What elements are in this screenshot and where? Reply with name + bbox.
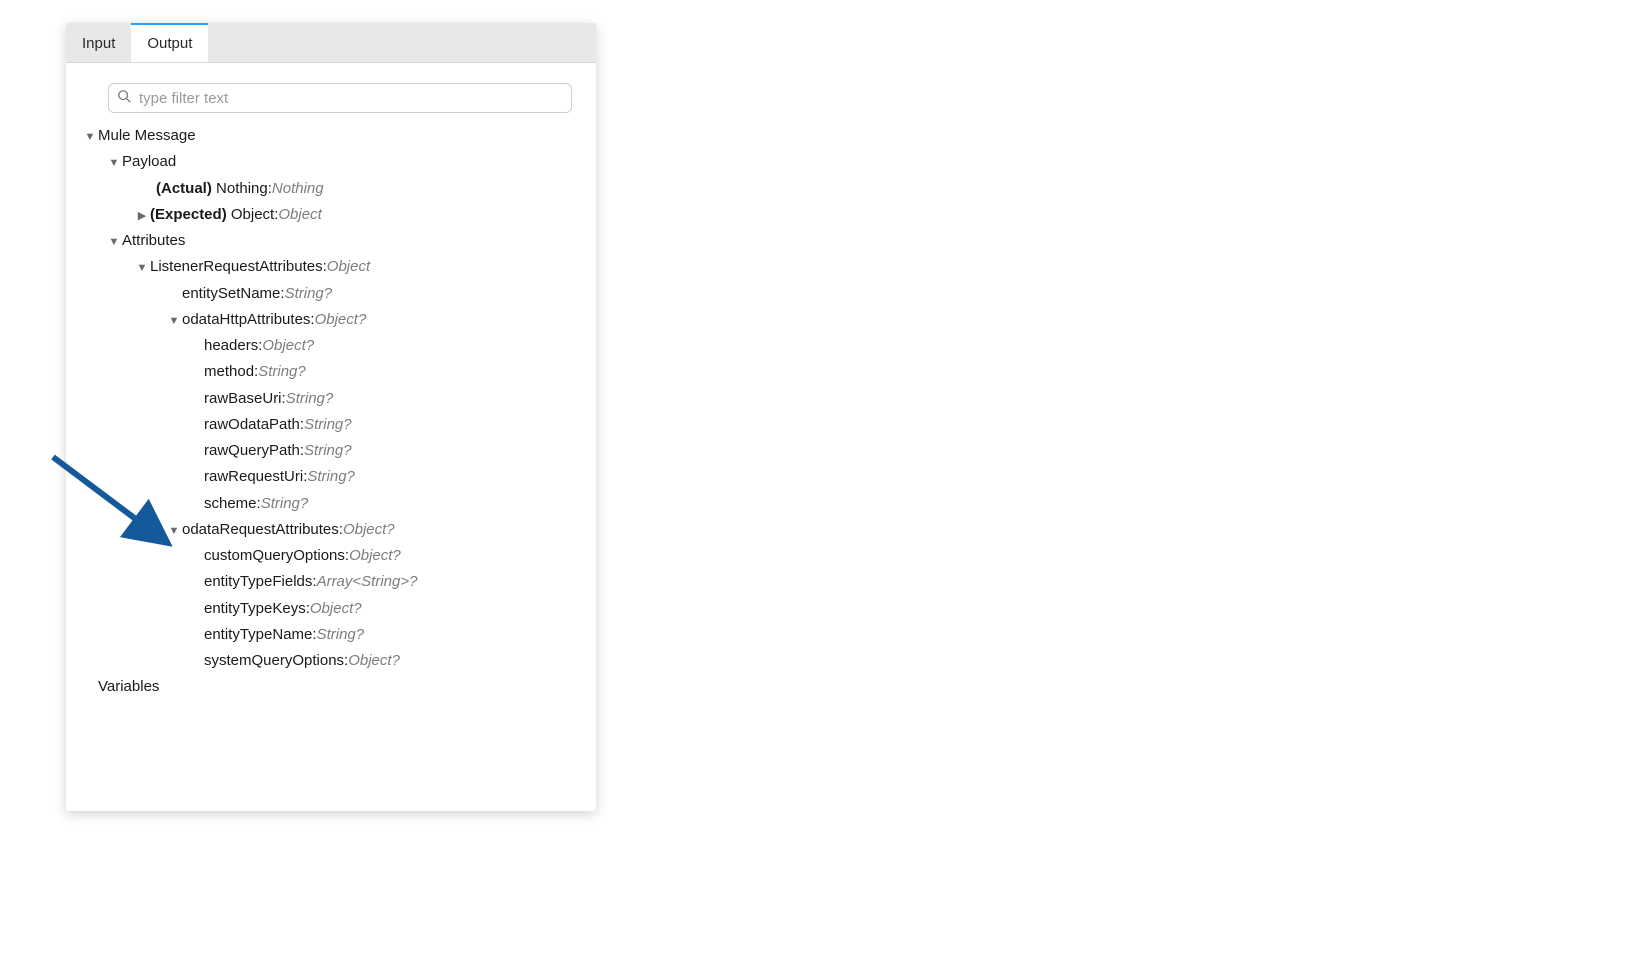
metadata-tree: Mule Message Payload (Actual) Nothing : … bbox=[84, 123, 578, 701]
chevron-down-icon[interactable] bbox=[168, 312, 180, 331]
chevron-down-icon[interactable] bbox=[136, 259, 148, 278]
chevron-right-icon[interactable] bbox=[136, 207, 148, 226]
tree-field-name: customQueryOptions bbox=[204, 543, 345, 569]
tree-field-name: entityTypeFields bbox=[204, 569, 312, 595]
tree-type: Object? bbox=[343, 517, 395, 543]
tree-type: String? bbox=[304, 412, 352, 438]
chevron-down-icon[interactable] bbox=[84, 128, 96, 147]
filter-field[interactable] bbox=[108, 83, 572, 113]
tree-node-payload[interactable]: Payload bbox=[84, 149, 578, 175]
tree-field-name: odataHttpAttributes bbox=[182, 307, 310, 333]
tab-output[interactable]: Output bbox=[131, 23, 208, 62]
tree-type: Object? bbox=[348, 648, 400, 674]
tree-node-systemQueryOptions[interactable]: systemQueryOptions : Object? bbox=[84, 648, 578, 674]
tree-node-method[interactable]: method : String? bbox=[84, 359, 578, 385]
tree-label: Variables bbox=[98, 674, 159, 700]
tab-content: Mule Message Payload (Actual) Nothing : … bbox=[66, 63, 596, 811]
tree-node-entityTypeKeys[interactable]: entityTypeKeys : Object? bbox=[84, 596, 578, 622]
tree-field-name: scheme bbox=[204, 491, 257, 517]
tree-node-entity-set-name[interactable]: entitySetName : String? bbox=[84, 281, 578, 307]
tree-type: String? bbox=[286, 386, 334, 412]
chevron-down-icon[interactable] bbox=[168, 522, 180, 541]
tree-type: Object? bbox=[262, 333, 314, 359]
tree-type: Array<String>? bbox=[317, 569, 418, 595]
chevron-down-icon[interactable] bbox=[108, 154, 120, 173]
tree-field-name: Object bbox=[231, 202, 274, 228]
tree-field-name: rawOdataPath bbox=[204, 412, 300, 438]
tree-label: Payload bbox=[122, 149, 176, 175]
tree-field-name: entityTypeKeys bbox=[204, 596, 306, 622]
tree-field-name: rawQueryPath bbox=[204, 438, 300, 464]
tree-field-name: headers bbox=[204, 333, 258, 359]
chevron-down-icon[interactable] bbox=[108, 233, 120, 252]
tree-node-headers[interactable]: headers : Object? bbox=[84, 333, 578, 359]
tree-node-payload-expected[interactable]: (Expected) Object : Object bbox=[84, 202, 578, 228]
data-sense-panel: Input Output Mule Message bbox=[66, 23, 596, 811]
tree-type: String? bbox=[261, 491, 309, 517]
tree-label: Attributes bbox=[122, 228, 185, 254]
tree-node-attributes[interactable]: Attributes bbox=[84, 228, 578, 254]
tab-bar: Input Output bbox=[66, 23, 596, 63]
tree-type: String? bbox=[307, 464, 355, 490]
tree-type: String? bbox=[285, 281, 333, 307]
tree-node-payload-actual[interactable]: (Actual) Nothing : Nothing bbox=[84, 176, 578, 202]
tree-label: (Actual) bbox=[156, 176, 212, 202]
filter-input[interactable] bbox=[137, 89, 563, 108]
tree-type: Nothing bbox=[272, 176, 324, 202]
tree-type: String? bbox=[317, 622, 365, 648]
tree-label: (Expected) bbox=[150, 202, 227, 228]
tree-field-name: entityTypeName bbox=[204, 622, 312, 648]
tree-node-entityTypeFields[interactable]: entityTypeFields : Array<String>? bbox=[84, 569, 578, 595]
tree-node-odata-request[interactable]: odataRequestAttributes : Object? bbox=[84, 517, 578, 543]
tree-type: Object? bbox=[349, 543, 401, 569]
tree-node-rawRequestUri[interactable]: rawRequestUri : String? bbox=[84, 464, 578, 490]
tab-input[interactable]: Input bbox=[66, 23, 131, 62]
tree-node-scheme[interactable]: scheme : String? bbox=[84, 491, 578, 517]
tree-type: Object bbox=[327, 254, 370, 280]
tree-field-name: entitySetName bbox=[182, 281, 280, 307]
tree-field-name: ListenerRequestAttributes bbox=[150, 254, 323, 280]
tree-type: Object? bbox=[315, 307, 367, 333]
tree-node-odata-http[interactable]: odataHttpAttributes : Object? bbox=[84, 307, 578, 333]
tree-field-name: systemQueryOptions bbox=[204, 648, 344, 674]
tree-type: String? bbox=[304, 438, 352, 464]
tree-field-name: rawBaseUri bbox=[204, 386, 282, 412]
tree-field-name: method bbox=[204, 359, 254, 385]
tree-node-rawOdataPath[interactable]: rawOdataPath : String? bbox=[84, 412, 578, 438]
tree-field-name: odataRequestAttributes bbox=[182, 517, 339, 543]
tree-type: String? bbox=[258, 359, 306, 385]
tree-node-entityTypeName[interactable]: entityTypeName : String? bbox=[84, 622, 578, 648]
search-icon bbox=[117, 89, 131, 107]
tree-node-customQueryOptions[interactable]: customQueryOptions : Object? bbox=[84, 543, 578, 569]
tree-node-variables[interactable]: Variables bbox=[84, 674, 578, 700]
tree-node-lra[interactable]: ListenerRequestAttributes : Object bbox=[84, 254, 578, 280]
tree-node-rawBaseUri[interactable]: rawBaseUri : String? bbox=[84, 386, 578, 412]
tree-type: Object? bbox=[310, 596, 362, 622]
tree-field-name: Nothing bbox=[216, 176, 268, 202]
tree-label: Mule Message bbox=[98, 123, 196, 149]
tree-type: Object bbox=[278, 202, 321, 228]
tree-node-root[interactable]: Mule Message bbox=[84, 123, 578, 149]
tree-node-rawQueryPath[interactable]: rawQueryPath : String? bbox=[84, 438, 578, 464]
tree-field-name: rawRequestUri bbox=[204, 464, 303, 490]
